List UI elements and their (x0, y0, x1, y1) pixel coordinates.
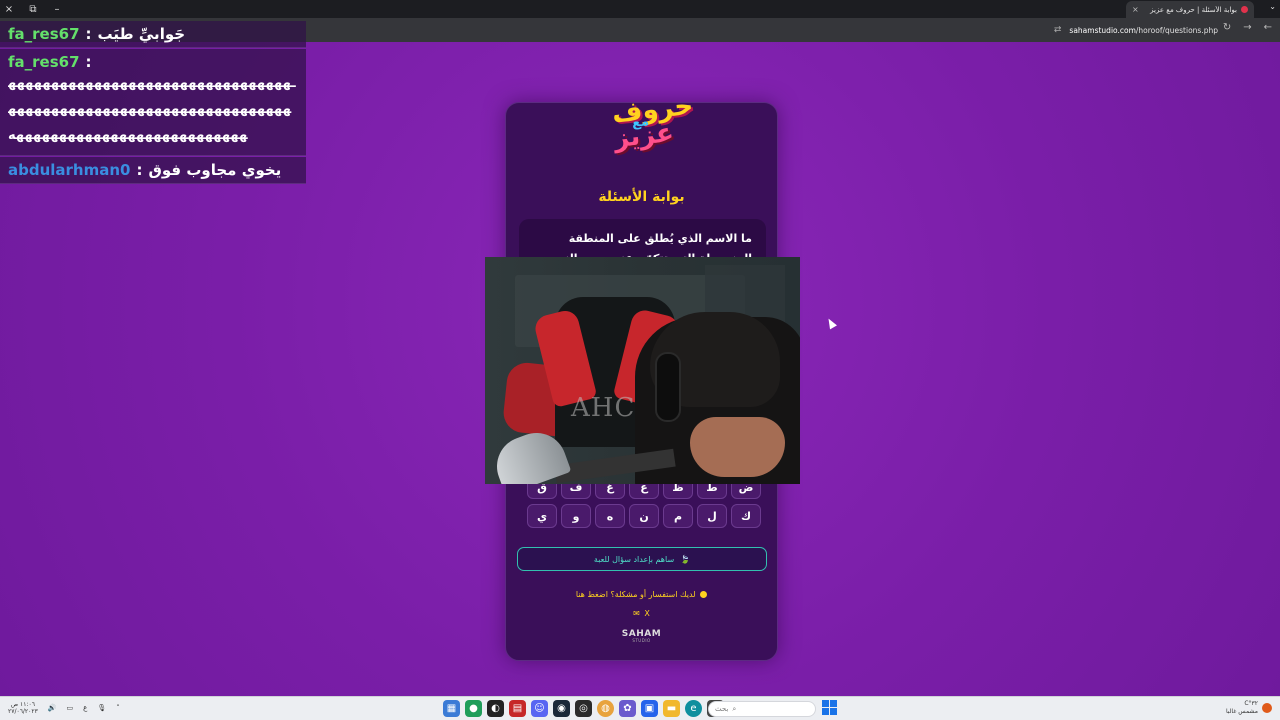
taskbar-apps: ▦ ● ◐ ▤ ☺ ◉ ◎ ◍ ✿ ▣ ▬ e ▭ (443, 700, 724, 717)
store-icon[interactable]: ▣ (641, 700, 658, 717)
volume-icon[interactable]: 🔊 (48, 704, 57, 712)
help-link[interactable]: لديك استفسار أو مشكلة؟ اضغط هنا (506, 590, 777, 599)
chat-username: fa_res67 (8, 53, 80, 71)
webcam-person-face (690, 417, 785, 477)
leaf-icon: 🍃 (680, 554, 691, 564)
chat-message: : fa_res67 ـهههههههههههههههههههههههههههه… (0, 49, 306, 156)
mouse-cursor-icon (825, 316, 837, 330)
weather-text: ٣٢°C مشمس غالبا (1226, 700, 1258, 716)
letter-button[interactable]: و (561, 504, 591, 528)
chat-text: جَوابيِّ طيَب (97, 25, 186, 43)
game-logo: حروف مع عزيز (610, 91, 695, 163)
tab-title: بوابة الأسئلة | حروف مع عزيز (1150, 5, 1237, 14)
nav-buttons: ← → ↻ (1223, 22, 1272, 33)
headphones-icon (655, 352, 681, 422)
browser-tab[interactable]: بوابة الأسئلة | حروف مع عزيز × (1126, 1, 1254, 18)
weather-desc: مشمس غالبا (1225, 708, 1258, 715)
chat-separator: : (136, 161, 143, 179)
tab-close-button[interactable]: × (1132, 5, 1139, 14)
letter-button[interactable]: ل (697, 504, 727, 528)
obs-icon[interactable]: ◎ (575, 700, 592, 717)
browser-tab-bar: × ⧉ – + بوابة الأسئلة | حروف مع عزيز × ⌄ (0, 0, 1280, 18)
network-icon[interactable]: ▭ (67, 704, 74, 712)
url-text: sahamstudio.com/horoof/questions.php (1069, 26, 1218, 35)
close-window-button[interactable]: × (4, 4, 14, 15)
social-links: ✉ X (506, 609, 777, 618)
address-bar[interactable]: ⇄ sahamstudio.com/horoof/questions.php (518, 22, 1218, 38)
language-indicator[interactable]: ع (83, 704, 87, 712)
minimize-window-button[interactable]: – (52, 4, 62, 15)
app-green-icon[interactable]: ● (465, 700, 482, 717)
stream-chat-overlay: جَوابيِّ طيَب : fa_res67 : fa_res67 ـههه… (0, 21, 306, 185)
email-icon[interactable]: ✉ (633, 609, 640, 618)
help-text: لديك استفسار أو مشكلة؟ اضغط هنا (575, 590, 696, 599)
tab-search-chevron-icon[interactable]: ⌄ (1269, 2, 1276, 11)
logo-line-3: عزيز (612, 117, 676, 155)
task-view-icon[interactable]: ▦ (443, 700, 460, 717)
studio-sub: STUDIO (632, 638, 651, 643)
system-tray: ١١:٠٦ ص ٢٧/٠٦/٢٠٢٣ 🔊 ▭ ع 🎙 ˄ (8, 701, 120, 715)
photos-icon[interactable]: ✿ (619, 700, 636, 717)
x-icon[interactable]: X (644, 609, 649, 618)
search-placeholder: بحث (715, 705, 729, 713)
file-explorer-icon[interactable]: ▬ (663, 700, 680, 717)
discord-icon[interactable]: ☺ (531, 700, 548, 717)
tray-chevron-icon[interactable]: ˄ (116, 704, 120, 712)
back-button[interactable]: ← (1264, 22, 1272, 33)
page-background: جَوابيِّ طيَب : fa_res67 : fa_res67 ـههه… (0, 21, 1280, 696)
chrome-icon[interactable]: ◍ (597, 700, 614, 717)
reload-button[interactable]: ↻ (1223, 22, 1231, 33)
letter-button[interactable]: م (663, 504, 693, 528)
letter-button[interactable]: ه (595, 504, 625, 528)
chat-line: : fa_res67 (8, 53, 298, 71)
studio-logo: SAHAM STUDIO (506, 629, 777, 643)
chat-separator: : (85, 25, 92, 43)
chat-message: جَوابيِّ طيَب : fa_res67 (0, 21, 306, 48)
url-path: /horoof/questions.php (1135, 25, 1218, 35)
steam-icon[interactable]: ◉ (553, 700, 570, 717)
webcam-watermark: AHC (571, 393, 636, 423)
weather-widget[interactable]: ٣٢°C مشمس غالبا (1226, 700, 1272, 716)
restore-window-button[interactable]: ⧉ (28, 4, 38, 15)
media-app-icon[interactable]: ▤ (509, 700, 526, 717)
capcut-icon[interactable]: ◐ (487, 700, 504, 717)
site-settings-icon[interactable]: ⇄ (1054, 25, 1062, 35)
edge-icon[interactable]: e (685, 700, 702, 717)
help-icon (700, 591, 708, 598)
window-controls: × ⧉ – (4, 0, 62, 18)
taskbar-search[interactable]: ⌕ بحث (708, 701, 816, 717)
chat-line: يخوي مجاوب فوق : abdularhman0 (8, 161, 298, 179)
webcam-overlay: AHC (485, 257, 800, 484)
favicon-icon (1241, 6, 1248, 13)
windows-taskbar: ١١:٠٦ ص ٢٧/٠٦/٢٠٢٣ 🔊 ▭ ع 🎙 ˄ ▦ ● ◐ ▤ ☺ ◉… (0, 696, 1280, 720)
letter-button[interactable]: ن (629, 504, 659, 528)
clock-date: ٢٧/٠٦/٢٠٢٣ (8, 708, 38, 715)
contribute-label: ساهم بإعداد سؤال للعبة (593, 554, 675, 564)
contribute-question-button[interactable]: 🍃 ساهم بإعداد سؤال للعبة (517, 547, 767, 571)
weather-icon (1262, 703, 1272, 713)
chat-text: ـههههههههههههههههههههههههههههههههههههههه… (8, 76, 297, 143)
chat-text: يخوي مجاوب فوق (148, 161, 282, 179)
weather-temp: ٣٢°C (1244, 700, 1258, 707)
search-icon: ⌕ (732, 704, 737, 713)
chat-line: جَوابيِّ طيَب : fa_res67 (8, 25, 298, 43)
chat-message: يخوي مجاوب فوق : abdularhman0 (0, 157, 306, 184)
start-windows-icon[interactable] (822, 700, 838, 716)
chat-separator: : (85, 53, 92, 71)
chat-username: fa_res67 (8, 25, 80, 43)
page-title: بوابة الأسئلة (598, 189, 685, 205)
url-domain: sahamstudio.com (1069, 25, 1136, 35)
clock-time: ١١:٠٦ ص (10, 701, 35, 708)
letter-button[interactable]: ك (731, 504, 761, 528)
chat-username: abdularhman0 (8, 161, 131, 179)
forward-button[interactable]: → (1243, 22, 1251, 33)
letter-button[interactable]: ي (527, 504, 557, 528)
clock[interactable]: ١١:٠٦ ص ٢٧/٠٦/٢٠٢٣ (8, 701, 38, 715)
mic-tray-icon[interactable]: 🎙 (97, 704, 106, 712)
